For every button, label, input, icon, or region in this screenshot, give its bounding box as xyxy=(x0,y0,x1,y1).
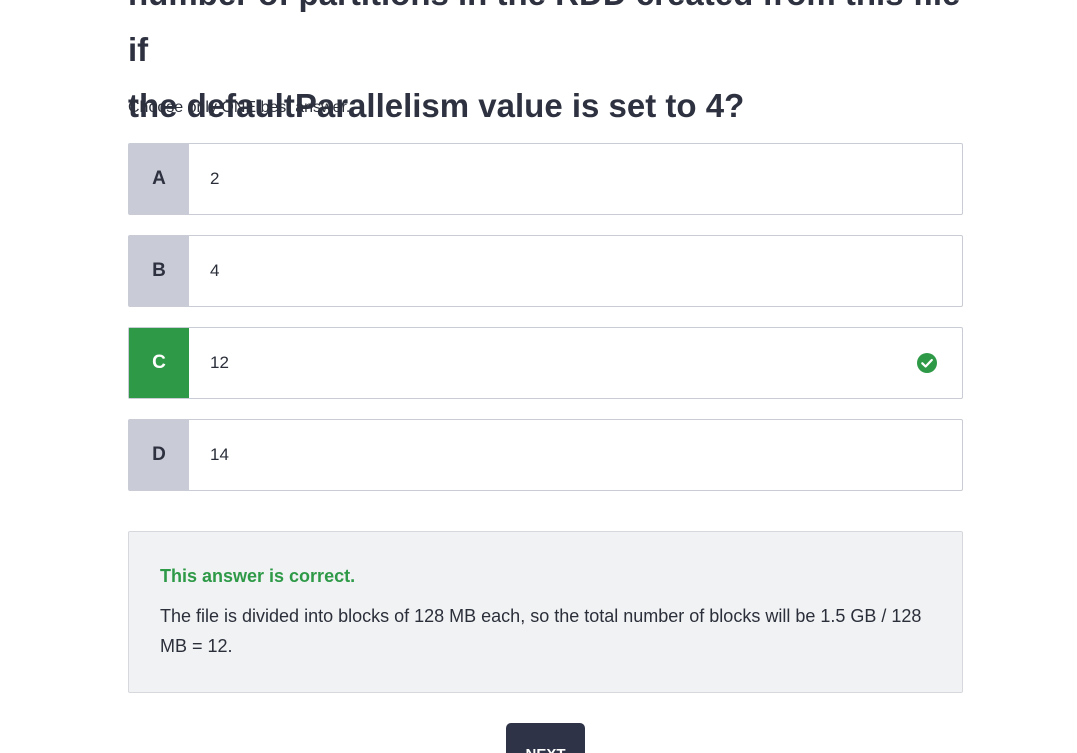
option-text: 2 xyxy=(210,169,220,188)
option-letter: C xyxy=(129,328,189,398)
answer-options: A 2 B 4 C 12 D 14 xyxy=(128,143,963,511)
next-button[interactable]: NEXT xyxy=(506,723,585,753)
answer-instruction: Choose only ONE best answer. xyxy=(128,99,351,116)
option-c[interactable]: C 12 xyxy=(128,327,963,399)
option-a[interactable]: A 2 xyxy=(128,143,963,215)
option-b[interactable]: B 4 xyxy=(128,235,963,307)
option-letter: B xyxy=(129,236,189,306)
option-text: 12 xyxy=(210,353,229,372)
question-line-1: number of partitions in the RDD created … xyxy=(128,0,960,68)
option-d[interactable]: D 14 xyxy=(128,419,963,491)
quiz-page: number of partitions in the RDD created … xyxy=(0,0,1077,753)
answer-feedback-panel: This answer is correct. The file is divi… xyxy=(128,531,963,693)
option-letter: D xyxy=(129,420,189,490)
check-circle-icon xyxy=(917,353,937,373)
feedback-status: This answer is correct. xyxy=(160,566,356,586)
option-letter: A xyxy=(129,144,189,214)
feedback-explanation: The file is divided into blocks of 128 M… xyxy=(160,606,922,656)
option-text: 14 xyxy=(210,445,229,464)
option-text: 4 xyxy=(210,261,220,280)
